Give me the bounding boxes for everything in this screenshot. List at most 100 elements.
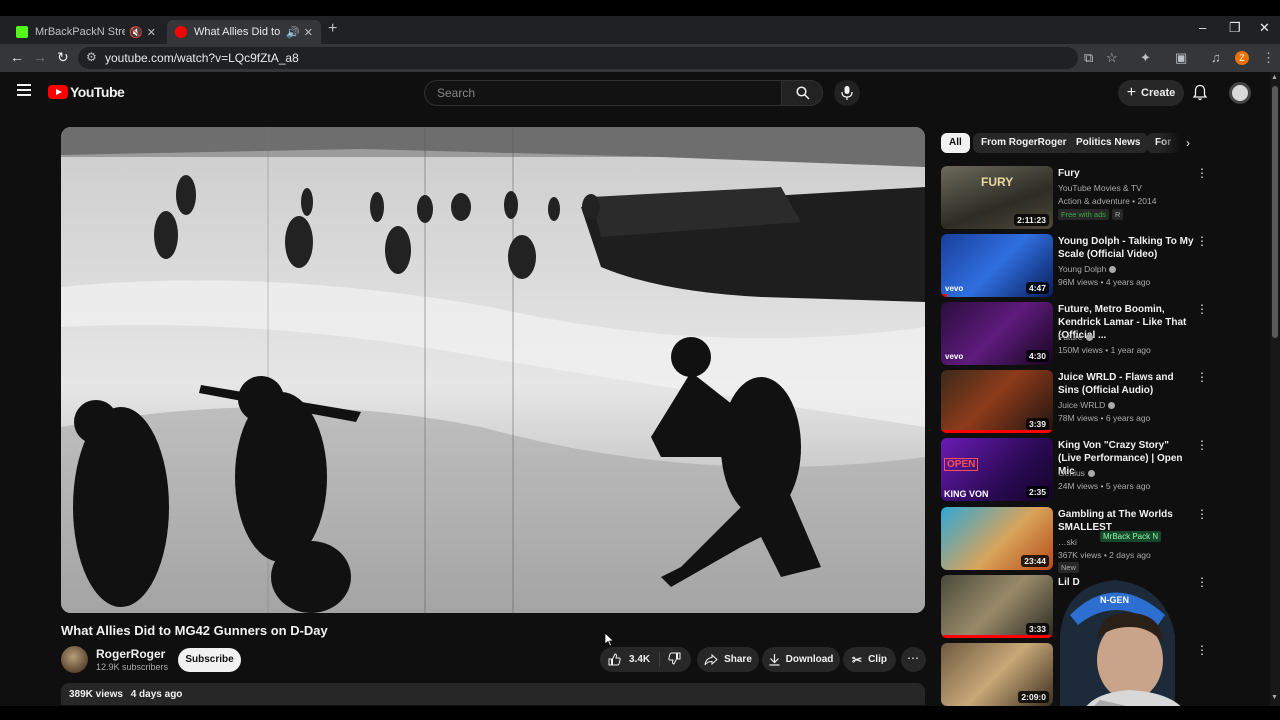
url-text[interactable]: youtube.com/watch?v=LQc9fZtA_a8 xyxy=(105,51,299,65)
rec-thumbnail[interactable]: vevo 4:30 xyxy=(941,302,1053,365)
like-dislike-group: 3.4K xyxy=(600,647,691,672)
rec-thumbnail[interactable]: FURY 2:11:23 xyxy=(941,166,1053,229)
rec-thumbnail[interactable]: 2:09:0 xyxy=(941,643,1053,706)
forward-icon[interactable]: → xyxy=(33,49,47,65)
notifications-bell-icon[interactable] xyxy=(1192,84,1208,101)
site-info-icon[interactable]: ⚙ xyxy=(86,50,97,64)
account-avatar[interactable] xyxy=(1229,82,1251,104)
omnibox[interactable]: ⚙ youtube.com/watch?v=LQc9fZtA_a8 xyxy=(78,47,1078,69)
address-bar: ← → ↻ ⚙ youtube.com/watch?v=LQc9fZtA_a8 … xyxy=(0,44,1280,72)
maximize-icon[interactable]: ❐ xyxy=(1229,20,1241,36)
more-actions-button[interactable]: ⋯ xyxy=(901,647,926,672)
more-options-icon[interactable]: ⋮ xyxy=(1196,507,1208,521)
rec-thumbnail[interactable]: 3:39 xyxy=(941,370,1053,433)
muted-speaker-icon[interactable]: 🔇 xyxy=(129,26,143,39)
tab-youtube-video[interactable]: What Allies Did to MG42 Gunners 🔊 ✕ xyxy=(167,20,321,44)
rec-channel: Juice WRLD xyxy=(1058,400,1116,410)
media-control-icon[interactable]: ♫ xyxy=(1211,50,1221,65)
profile-avatar[interactable]: Z xyxy=(1235,51,1249,65)
rec-thumbnail[interactable]: 3:33 xyxy=(941,575,1053,638)
like-button[interactable]: 3.4K xyxy=(600,652,660,667)
watch-progress-bar xyxy=(941,430,1053,433)
rec-thumbnail[interactable]: vevo 4:47 xyxy=(941,234,1053,297)
channel-text: Young Dolph xyxy=(1058,264,1107,274)
more-options-icon[interactable]: ⋮ xyxy=(1196,438,1208,452)
rec-item[interactable]: OPEN KING VON 2:35 King Von "Crazy Story… xyxy=(941,438,1211,502)
install-icon[interactable]: ⧉ xyxy=(1084,50,1093,66)
youtube-logo[interactable]: YouTube xyxy=(48,84,125,100)
chip-politics-news[interactable]: Politics News xyxy=(1068,133,1149,153)
rec-item[interactable]: 23:44 Gambling at The Worlds SMALLEST …s… xyxy=(941,507,1211,573)
mouse-cursor-icon xyxy=(605,633,614,647)
scrollbar-thumb[interactable] xyxy=(1272,86,1278,338)
channel-avatar[interactable] xyxy=(61,646,88,673)
page-scrollbar[interactable]: ▲ ▼ xyxy=(1270,72,1280,706)
more-options-icon[interactable]: ⋮ xyxy=(1196,234,1208,248)
download-button[interactable]: Download xyxy=(762,647,840,672)
rec-thumbnail[interactable]: 23:44 xyxy=(941,507,1053,570)
thumbs-down-icon xyxy=(668,652,681,665)
clip-button[interactable]: ✂ Clip xyxy=(843,647,896,672)
close-icon[interactable]: ✕ xyxy=(304,26,313,39)
share-button[interactable]: Share xyxy=(697,647,759,672)
rec-meta: 96M views • 4 years ago xyxy=(1058,277,1151,287)
reload-icon[interactable]: ↻ xyxy=(57,49,69,66)
channel-name[interactable]: RogerRoger xyxy=(96,647,165,661)
tab-title: What Allies Did to MG42 Gunners xyxy=(194,26,282,38)
browser-menu-icon[interactable]: ⋮ xyxy=(1262,50,1275,66)
chevron-right-icon[interactable]: › xyxy=(1186,136,1190,150)
window-close-icon[interactable]: ✕ xyxy=(1259,20,1270,36)
description-box[interactable]: 389K views 4 days ago xyxy=(61,683,925,705)
duration: 4:47 xyxy=(1025,282,1049,294)
rec-title: Fury xyxy=(1058,168,1080,179)
verified-icon xyxy=(1109,266,1117,274)
rec-item[interactable]: FURY 2:11:23 Fury YouTube Movies & TV Ac… xyxy=(941,166,1211,230)
create-button[interactable]: + Create xyxy=(1118,80,1184,106)
verified-icon xyxy=(1108,402,1116,410)
search-icon xyxy=(796,86,810,100)
subscribe-button[interactable]: Subscribe xyxy=(178,648,241,672)
search-button[interactable] xyxy=(781,80,823,106)
search-box[interactable] xyxy=(424,80,782,106)
tab-kick-stream[interactable]: MrBackPackN Stream - Watch 🔇 ✕ xyxy=(8,20,164,44)
scroll-up-icon[interactable]: ▲ xyxy=(1271,74,1278,81)
verified-icon xyxy=(1085,334,1093,342)
close-icon[interactable]: ✕ xyxy=(147,26,156,39)
rec-title: Juice WRLD - Flaws and Sins (Official Au… xyxy=(1058,372,1174,396)
duration: 2:11:23 xyxy=(1014,214,1049,226)
chip-from-channel[interactable]: From RogerRoger xyxy=(973,133,1075,153)
dislike-button[interactable] xyxy=(660,652,681,668)
menu-icon[interactable] xyxy=(17,84,31,99)
rec-meta: 150M views • 1 year ago xyxy=(1058,345,1151,355)
rec-thumbnail[interactable]: OPEN KING VON 2:35 xyxy=(941,438,1053,501)
plus-icon: + xyxy=(1126,84,1137,101)
rec-channel: Future xyxy=(1058,332,1093,342)
duration: 2:35 xyxy=(1025,486,1049,498)
bookmark-star-icon[interactable]: ☆ xyxy=(1106,50,1118,66)
search-input[interactable] xyxy=(425,81,781,105)
scroll-down-icon[interactable]: ▼ xyxy=(1271,694,1278,701)
bottom-strip xyxy=(0,706,1280,720)
youtube-favicon-icon xyxy=(175,26,187,38)
channel-text: Genius xyxy=(1058,468,1085,478)
channel-text: Future xyxy=(1058,332,1083,342)
sidepanel-icon[interactable]: ▣ xyxy=(1175,50,1187,66)
more-options-icon[interactable]: ⋮ xyxy=(1196,302,1208,316)
channel-text: Juice WRLD xyxy=(1058,400,1106,410)
new-tab-icon[interactable]: + xyxy=(328,20,337,38)
rec-item[interactable]: vevo 4:47 Young Dolph - Talking To My Sc… xyxy=(941,234,1211,298)
rec-item[interactable]: 3:39 Juice WRLD - Flaws and Sins (Offici… xyxy=(941,370,1211,434)
video-player[interactable] xyxy=(61,127,925,613)
speaker-icon[interactable]: 🔊 xyxy=(286,26,300,39)
back-icon[interactable]: ← xyxy=(10,49,24,65)
thumb-title-text: FURY xyxy=(981,175,1014,189)
voice-search-button[interactable] xyxy=(834,80,860,106)
rec-item[interactable]: vevo 4:30 Future, Metro Boomin, Kendrick… xyxy=(941,302,1211,366)
chair-brand-text: N-GEN xyxy=(1100,595,1129,605)
more-options-icon[interactable]: ⋮ xyxy=(1196,166,1208,180)
minimize-icon[interactable]: – xyxy=(1199,20,1206,35)
extensions-icon[interactable]: ✦ xyxy=(1140,50,1151,66)
more-options-icon[interactable]: ⋮ xyxy=(1196,370,1208,384)
download-label: Download xyxy=(785,654,834,665)
chip-all[interactable]: All xyxy=(941,133,970,153)
